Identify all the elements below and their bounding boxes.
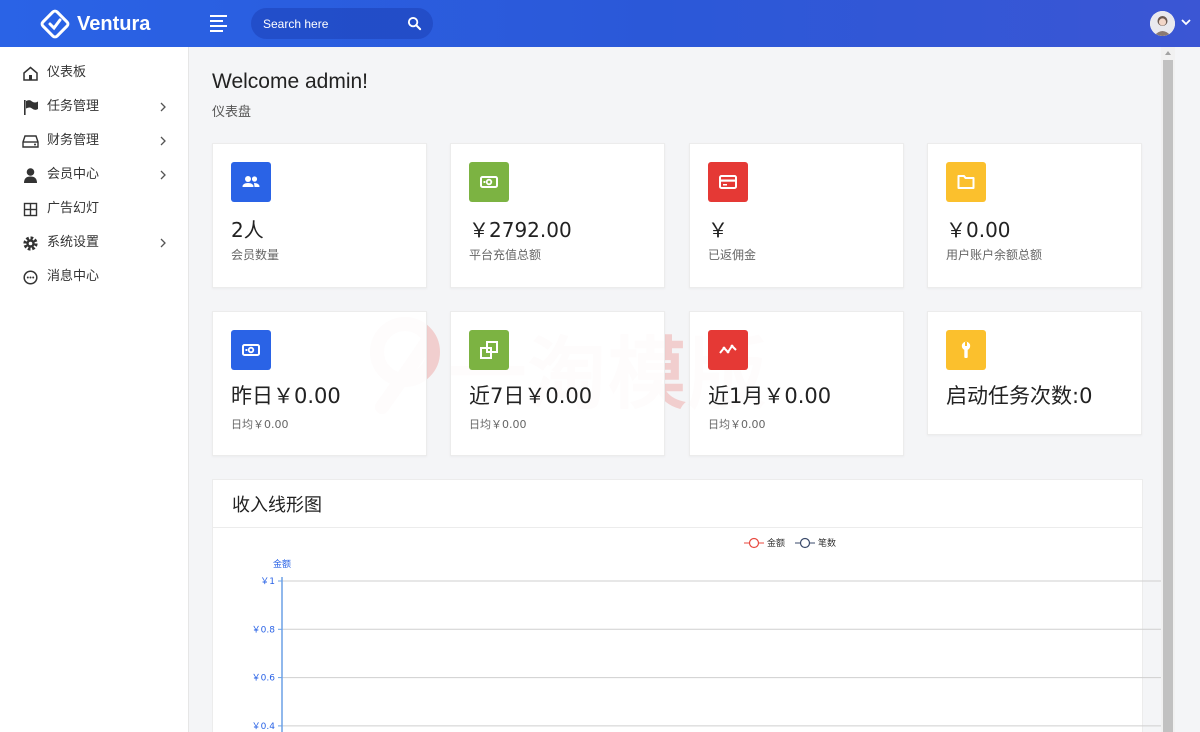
sidebar-item-members[interactable]: 会员中心 <box>0 158 189 192</box>
stat-label: 用户账户余额总额 <box>946 248 1043 262</box>
stat-label: 日均￥0.00 <box>231 418 289 431</box>
sidebar-item-ads[interactable]: 广告幻灯 <box>0 192 189 226</box>
scrollbar-thumb[interactable] <box>1163 60 1173 732</box>
y-tick-label: ￥0.8 <box>252 625 276 635</box>
stat-value: ￥0.00 <box>946 218 1011 242</box>
user-avatar[interactable] <box>1150 11 1175 36</box>
legend-label: 金额 <box>767 537 785 549</box>
sidebar-item-label: 仪表板 <box>47 65 87 80</box>
brand-logo-icon <box>40 9 70 39</box>
card-icon <box>708 162 748 202</box>
chart-legend: 金额 笔数 <box>744 537 836 549</box>
stat-card-recharge-total: ￥2792.00 平台充值总额 <box>450 143 665 288</box>
legend-item[interactable]: 金额 <box>744 537 785 549</box>
sidebar-item-tasks[interactable]: 任务管理 <box>0 90 189 124</box>
sidebar-item-label: 任务管理 <box>47 99 100 114</box>
legend-swatch-marker <box>748 537 760 549</box>
sidebar-item-label: 系统设置 <box>47 235 100 250</box>
sidebar-item-dashboard[interactable]: 仪表板 <box>0 56 189 90</box>
legend-label: 笔数 <box>818 537 836 549</box>
y-tick-label: ￥0.6 <box>252 674 276 684</box>
chevron-right-icon <box>160 170 166 180</box>
wrench-icon <box>946 330 986 370</box>
search-input[interactable] <box>263 8 403 39</box>
stat-card-last-month: 近1月￥0.00 日均￥0.00 <box>689 311 904 456</box>
sidebar: 仪表板 任务管理 财务管理 会员中心 广告幻灯 系统设置 消息中心 <box>0 47 189 732</box>
drive-icon <box>22 135 39 148</box>
stat-value: 近7日￥0.00 <box>469 384 593 408</box>
stat-label: 日均￥0.00 <box>469 418 527 431</box>
stat-card-yesterday: 昨日￥0.00 日均￥0.00 <box>212 311 427 456</box>
search-box <box>251 8 433 39</box>
legend-item[interactable]: 笔数 <box>795 537 836 549</box>
brand[interactable]: Ventura <box>40 9 150 39</box>
y-tick-label: ￥0.4 <box>252 722 276 732</box>
stat-card-commission: ￥ 已返佣金 <box>689 143 904 288</box>
y-axis-label: 金额 <box>273 558 291 570</box>
chevron-down-icon[interactable] <box>1180 16 1192 28</box>
stat-label: 平台充值总额 <box>469 248 542 262</box>
sidebar-item-label: 财务管理 <box>47 133 100 148</box>
stat-label: 已返佣金 <box>708 248 757 262</box>
stat-value: 昨日￥0.00 <box>231 384 341 408</box>
sidebar-item-finance[interactable]: 财务管理 <box>0 124 189 158</box>
stat-card-members: 2人 会员数量 <box>212 143 427 288</box>
stat-value: ￥2792.00 <box>469 218 572 242</box>
stat-label: 日均￥0.00 <box>708 418 766 431</box>
page-title: Welcome admin! <box>212 70 369 93</box>
stat-card-balance-total: ￥0.00 用户账户余额总额 <box>927 143 1142 288</box>
scroll-up-arrow-icon[interactable] <box>1164 49 1172 57</box>
gear-icon <box>23 236 38 251</box>
user-icon <box>24 168 37 183</box>
stat-label: 会员数量 <box>231 248 280 262</box>
stat-value: 启动任务次数:0 <box>946 384 1093 408</box>
chevron-right-icon <box>160 136 166 146</box>
stat-card-last-7-days: 近7日￥0.00 日均￥0.00 <box>450 311 665 456</box>
grid-icon <box>23 202 38 217</box>
chevron-right-icon <box>160 102 166 112</box>
stat-value: 2人 <box>231 218 264 242</box>
money-icon <box>469 162 509 202</box>
sidebar-item-messages[interactable]: 消息中心 <box>0 260 189 294</box>
stat-value: ￥ <box>708 218 728 242</box>
income-line-chart: 金额 笔数 金额 ￥1 ￥0.8 ￥0.6 ￥0.4 <box>252 537 1164 732</box>
home-icon <box>23 66 38 81</box>
sidebar-item-label: 会员中心 <box>47 167 100 182</box>
stat-value: 近1月￥0.00 <box>708 384 832 408</box>
avatar-image-icon <box>1150 11 1175 36</box>
flag-icon <box>24 100 38 115</box>
sidebar-item-label: 消息中心 <box>47 269 100 284</box>
chevron-right-icon <box>160 238 166 248</box>
chart-grid: ￥1 ￥0.8 ￥0.6 ￥0.4 <box>252 577 1164 732</box>
sidebar-item-settings[interactable]: 系统设置 <box>0 226 189 260</box>
chat-icon <box>23 270 38 285</box>
y-tick-label: ￥1 <box>260 577 275 587</box>
money-icon <box>231 330 271 370</box>
folder-icon <box>946 162 986 202</box>
search-icon[interactable] <box>407 16 422 31</box>
stat-card-task-starts: 启动任务次数:0 <box>927 311 1142 435</box>
copy-icon <box>469 330 509 370</box>
legend-swatch-marker <box>799 537 811 549</box>
brand-name: Ventura <box>77 12 151 35</box>
chart-panel-title: 收入线形图 <box>232 495 322 516</box>
users-icon <box>231 162 271 202</box>
sidebar-item-label: 广告幻灯 <box>47 201 100 216</box>
breadcrumb: 仪表盘 <box>212 105 252 120</box>
menu-toggle-icon[interactable] <box>210 14 230 32</box>
trend-icon <box>708 330 748 370</box>
top-navbar: Ventura <box>0 0 1200 47</box>
